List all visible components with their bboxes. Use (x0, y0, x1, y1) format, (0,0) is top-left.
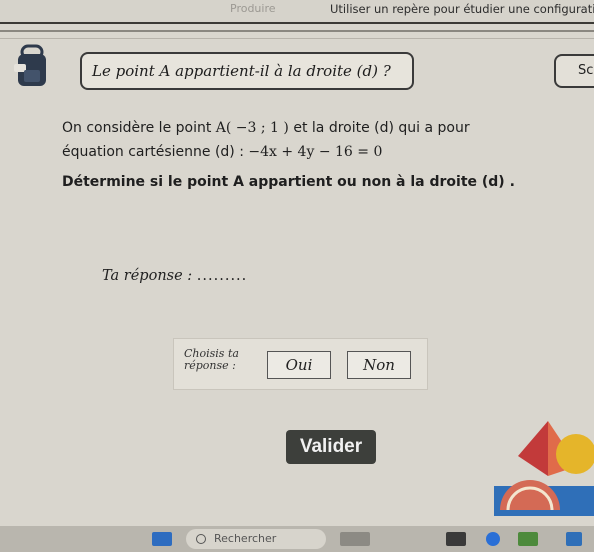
answer-placeholder: ......... (196, 268, 248, 284)
validate-button[interactable]: Valider (286, 430, 376, 464)
divider (0, 30, 594, 32)
line-equation: −4x + 4y − 16 = 0 (248, 144, 383, 160)
app-icon[interactable] (518, 532, 538, 546)
point-coordinates: A( −3 ; 1 ) (215, 120, 289, 136)
backpack-icon (14, 44, 46, 86)
statement-text: et la droite (d) qui a pour (288, 120, 470, 136)
statement-line-2: équation cartésienne (d) : −4x + 4y − 16… (62, 144, 382, 160)
choice-label-line: réponse : (184, 359, 236, 372)
choice-panel: Choisis ta réponse : Oui Non (173, 338, 428, 390)
statement-text: On considère le point (62, 120, 216, 136)
browser-icon[interactable] (486, 532, 500, 546)
score-label: Sco (578, 63, 594, 78)
windows-icon[interactable] (152, 532, 172, 546)
instruction: Détermine si le point A appartient ou no… (62, 174, 515, 190)
store-icon[interactable] (566, 532, 582, 546)
search-icon (196, 534, 206, 544)
camera-icon[interactable] (446, 532, 466, 546)
score-box: Sco (554, 54, 594, 88)
answer-label: Ta réponse : (102, 268, 197, 284)
taskbar: Rechercher (0, 526, 594, 552)
no-button[interactable]: Non (347, 351, 411, 379)
answer-field[interactable]: Ta réponse : ......... (102, 268, 247, 284)
choice-label: Choisis ta réponse : (184, 348, 239, 372)
top-bar: Produire Utiliser un repère pour étudier… (0, 0, 594, 24)
statement-text: équation cartésienne (d) : (62, 144, 249, 160)
widgets-icon[interactable] (340, 532, 370, 546)
question-box: Le point A appartient-il à la droite (d)… (80, 52, 414, 90)
taskbar-search[interactable]: Rechercher (186, 529, 326, 549)
yes-button[interactable]: Oui (267, 351, 331, 379)
geometry-decoration-icon (494, 421, 594, 516)
question-title: Le point A appartient-il à la droite (d)… (92, 62, 391, 80)
search-placeholder: Rechercher (214, 532, 277, 545)
divider (0, 38, 594, 39)
breadcrumb[interactable]: Utiliser un repère pour étudier une conf… (330, 2, 594, 16)
statement-line-1: On considère le point A( −3 ; 1 ) et la … (62, 120, 470, 136)
faded-crumb: Produire (230, 2, 276, 15)
